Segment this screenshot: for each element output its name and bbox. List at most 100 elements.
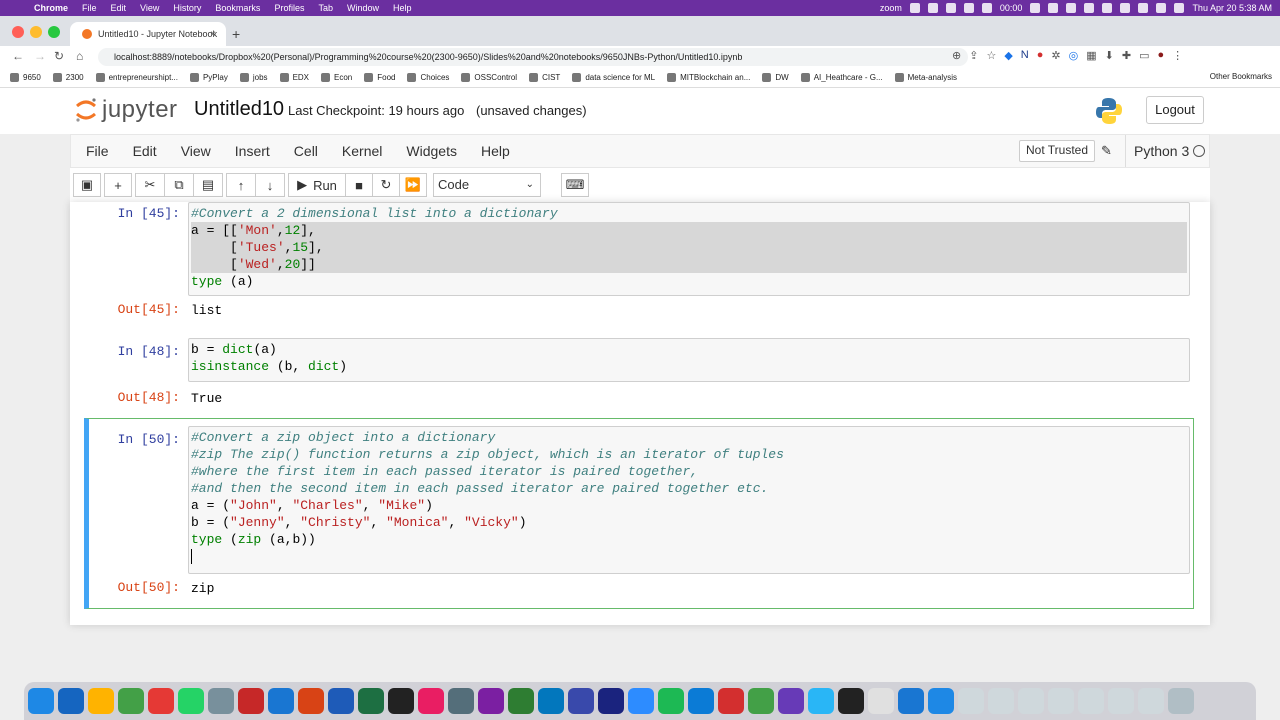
forward-icon[interactable]: → <box>34 49 46 63</box>
status-icon[interactable] <box>1066 3 1077 13</box>
not-trusted-button[interactable]: Not Trusted <box>1019 140 1096 162</box>
mac-menu-tab[interactable]: Tab <box>318 3 333 13</box>
status-icon[interactable] <box>1030 3 1041 13</box>
dock-app-icon[interactable] <box>178 688 204 714</box>
dock-app-icon[interactable] <box>208 688 234 714</box>
dock-app-icon[interactable] <box>958 688 984 714</box>
bookmark-item[interactable]: OSSControl <box>461 73 517 82</box>
restart-run-all-button[interactable]: ⏩ <box>399 173 427 197</box>
dock-app-icon[interactable] <box>388 688 414 714</box>
dock-app-icon[interactable] <box>778 688 804 714</box>
status-icon[interactable] <box>963 3 974 13</box>
browser-menu-icon[interactable]: ⋮ <box>1172 49 1183 62</box>
zoom-status[interactable]: zoom <box>880 3 902 13</box>
other-bookmarks[interactable]: Other Bookmarks <box>1210 72 1272 81</box>
menu-kernel[interactable]: Kernel <box>342 143 382 159</box>
close-window-button[interactable] <box>12 26 24 38</box>
dock-app-icon[interactable] <box>478 688 504 714</box>
dock-app-icon[interactable] <box>838 688 864 714</box>
dock-app-icon[interactable] <box>1168 688 1194 714</box>
mac-menu-file[interactable]: File <box>82 3 97 13</box>
mac-menu-history[interactable]: History <box>173 3 201 13</box>
dock-app-icon[interactable] <box>418 688 444 714</box>
profile-avatar[interactable]: ● <box>1157 49 1164 62</box>
search-icon[interactable] <box>1138 3 1149 13</box>
bookmark-item[interactable]: 9650 <box>10 73 41 82</box>
code-line[interactable]: #where the first item in each passed ite… <box>191 463 1187 480</box>
bookmark-item[interactable]: Econ <box>321 73 352 82</box>
extension-icon[interactable]: ◎ <box>1069 49 1079 62</box>
code-input[interactable]: #Convert a 2 dimensional list into a dic… <box>188 202 1190 296</box>
dock-app-icon[interactable] <box>238 688 264 714</box>
dock-app-icon[interactable] <box>508 688 534 714</box>
mac-menu-window[interactable]: Window <box>347 3 379 13</box>
mac-menu-app[interactable]: Chrome <box>34 3 68 13</box>
kernel-name[interactable]: Python 3 <box>1125 135 1189 167</box>
clock[interactable]: Thu Apr 20 5:38 AM <box>1192 3 1272 13</box>
control-center-icon[interactable] <box>1156 3 1167 13</box>
dock-app-icon[interactable] <box>1108 688 1134 714</box>
dock-app-icon[interactable] <box>988 688 1014 714</box>
home-icon[interactable]: ⌂ <box>76 49 83 63</box>
bookmark-item[interactable]: AI_Heathcare - G... <box>800 73 883 82</box>
dock-app-icon[interactable] <box>1138 688 1164 714</box>
code-input[interactable]: #Convert a zip object into a dictionary #… <box>188 426 1190 574</box>
code-line[interactable]: b = ("Jenny", "Christy", "Monica", "Vick… <box>191 514 1187 531</box>
extension-icon[interactable]: ✲ <box>1051 49 1060 62</box>
bookmark-item[interactable]: EDX <box>279 73 309 82</box>
reload-icon[interactable]: ↻ <box>54 49 64 63</box>
extension-icon[interactable]: ● <box>1037 49 1044 62</box>
bookmark-item[interactable]: PyPlay <box>189 73 228 82</box>
jupyter-logo[interactable]: jupyter <box>74 96 178 124</box>
dock-app-icon[interactable] <box>928 688 954 714</box>
save-button[interactable]: ▣ <box>73 173 101 197</box>
code-line[interactable]: #and then the second item in each passed… <box>191 480 1187 497</box>
bookmark-star-icon[interactable]: ☆ <box>986 49 996 62</box>
dock-app-icon[interactable] <box>328 688 354 714</box>
command-palette-button[interactable]: ⌨ <box>561 173 589 197</box>
status-icon[interactable] <box>927 3 938 13</box>
new-tab-icon[interactable]: + <box>232 26 240 42</box>
bookmark-item[interactable]: Meta-analysis <box>894 73 957 82</box>
mac-menu-view[interactable]: View <box>140 3 159 13</box>
dock-app-icon[interactable] <box>358 688 384 714</box>
dock-app-icon[interactable] <box>628 688 654 714</box>
dock-app-icon[interactable] <box>28 688 54 714</box>
paste-button[interactable]: ▤ <box>193 173 223 197</box>
zoom-window-button[interactable] <box>48 26 60 38</box>
mac-menu-help[interactable]: Help <box>393 3 412 13</box>
menu-help[interactable]: Help <box>481 143 510 159</box>
cut-button[interactable]: ✂ <box>135 173 165 197</box>
extension-icon[interactable]: ◆ <box>1004 49 1012 62</box>
mac-menu-bookmarks[interactable]: Bookmarks <box>215 3 260 13</box>
status-icon[interactable] <box>909 3 920 13</box>
move-up-button[interactable]: ↑ <box>226 173 256 197</box>
menu-widgets[interactable]: Widgets <box>406 143 457 159</box>
dock-app-icon[interactable] <box>568 688 594 714</box>
dock-app-icon[interactable] <box>58 688 84 714</box>
cell-type-select[interactable]: Code ⌄ <box>433 173 541 197</box>
code-line[interactable]: #zip The zip() function returns a zip ob… <box>191 446 1187 463</box>
move-down-button[interactable]: ↓ <box>255 173 285 197</box>
zoom-icon[interactable]: ⊕ <box>952 49 961 62</box>
code-line[interactable]: ['Wed',20]] <box>191 256 1187 273</box>
dock-app-icon[interactable] <box>88 688 114 714</box>
code-input[interactable]: b = dict(a) isinstance (b, dict) <box>188 338 1190 382</box>
dock-app-icon[interactable] <box>298 688 324 714</box>
status-icon[interactable] <box>1084 3 1095 13</box>
menu-edit[interactable]: Edit <box>133 143 157 159</box>
dock-app-icon[interactable] <box>118 688 144 714</box>
menu-view[interactable]: View <box>181 143 211 159</box>
extensions-puzzle-icon[interactable]: ✚ <box>1122 49 1131 62</box>
extension-icon[interactable]: N <box>1021 49 1029 62</box>
bookmark-item[interactable]: DW <box>762 73 789 82</box>
dock-app-icon[interactable] <box>538 688 564 714</box>
interrupt-button[interactable]: ■ <box>345 173 373 197</box>
code-line[interactable]: type (zip (a,b)) <box>191 531 1187 548</box>
edit-pencil-icon[interactable]: ✎ <box>1101 143 1112 159</box>
bookmark-item[interactable]: data science for ML <box>572 73 655 82</box>
side-panel-icon[interactable]: ▭ <box>1139 49 1149 62</box>
dock-app-icon[interactable] <box>748 688 774 714</box>
menu-file[interactable]: File <box>86 143 109 159</box>
dock-app-icon[interactable] <box>148 688 174 714</box>
